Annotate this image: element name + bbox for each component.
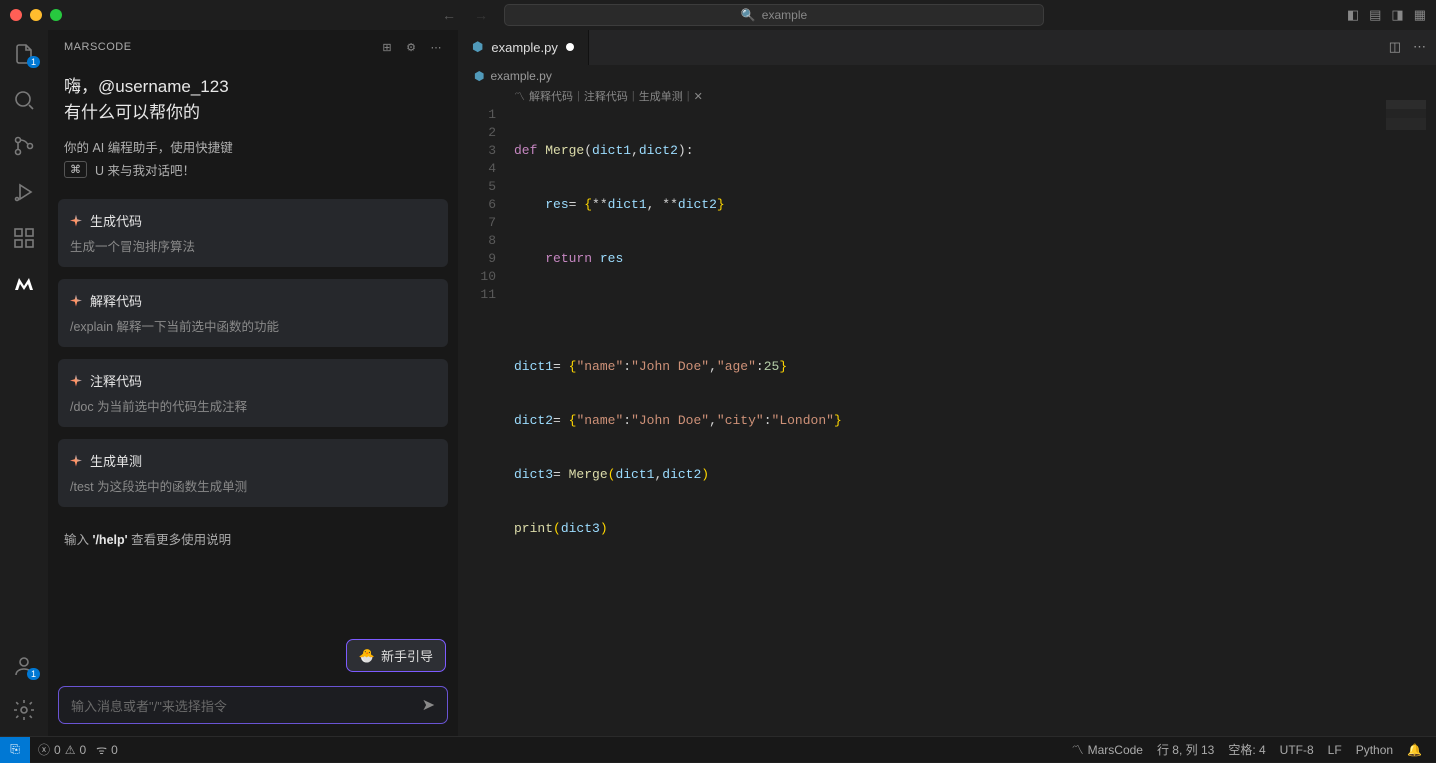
- cursor-position[interactable]: 行 8, 列 13: [1157, 741, 1214, 758]
- marscode-icon[interactable]: [12, 272, 36, 296]
- marscode-logo-icon: 〽: [1072, 741, 1084, 758]
- run-debug-icon[interactable]: [12, 180, 36, 204]
- suggestion-card-generate[interactable]: 生成代码 生成一个冒泡排序算法: [58, 199, 448, 267]
- chat-input[interactable]: 输入消息或者"/"来选择指令 ➤: [58, 686, 448, 724]
- warning-icon: ⚠: [65, 743, 76, 757]
- newbie-guide-button[interactable]: 🐣 新手引导: [346, 639, 446, 672]
- codelens: 〽 解释代码 | 注释代码 | 生成单测 | ✕: [458, 88, 1436, 104]
- toggle-panel-icon[interactable]: ▤: [1369, 7, 1381, 23]
- card-title: 生成单测: [90, 451, 142, 470]
- extensions-icon[interactable]: [12, 226, 36, 250]
- explorer-badge: 1: [27, 56, 40, 68]
- account-icon[interactable]: 1: [12, 654, 36, 678]
- nav-back-icon[interactable]: ←: [442, 7, 456, 23]
- tab-example-py[interactable]: ⬢ example.py: [458, 30, 589, 65]
- command-center[interactable]: 🔍 example: [504, 4, 1044, 26]
- guide-label: 新手引导: [381, 646, 433, 665]
- notifications-icon[interactable]: 🔔: [1407, 743, 1422, 757]
- status-bar: ⎘ ⓧ0 ⚠0 ᯤ0 〽MarsCode 行 8, 列 13 空格: 4 UTF…: [0, 736, 1436, 762]
- suggestion-card-doc[interactable]: 注释代码 /doc 为当前选中的代码生成注释: [58, 359, 448, 427]
- minimap[interactable]: [1386, 100, 1426, 130]
- error-icon: ⓧ: [38, 741, 50, 758]
- suggestion-card-explain[interactable]: 解释代码 /explain 解释一下当前选中函数的功能: [58, 279, 448, 347]
- language-mode[interactable]: Python: [1356, 743, 1393, 757]
- tab-more-icon[interactable]: ⋯: [1413, 39, 1426, 55]
- codelens-explain[interactable]: 解释代码: [529, 88, 573, 104]
- toggle-primary-sidebar-icon[interactable]: ◧: [1347, 7, 1359, 23]
- problems-status[interactable]: ⓧ0 ⚠0: [38, 741, 86, 758]
- title-bar: ← → 🔍 example ◧ ▤ ◨ ▦: [0, 0, 1436, 30]
- eol-status[interactable]: LF: [1328, 743, 1342, 757]
- new-chat-icon[interactable]: ⊞: [382, 41, 392, 54]
- codelens-doc[interactable]: 注释代码: [584, 88, 628, 104]
- code-content[interactable]: def Merge(dict1,dict2): res= {**dict1, *…: [514, 106, 1436, 736]
- close-window[interactable]: [10, 9, 22, 21]
- card-desc: 生成一个冒泡排序算法: [70, 236, 436, 255]
- card-desc: /doc 为当前选中的代码生成注释: [70, 396, 436, 415]
- activity-bar: 1 1: [0, 30, 48, 736]
- more-icon[interactable]: ⋯: [431, 41, 443, 54]
- greeting-shortcut: ⌘ U 来与我对话吧！: [48, 156, 458, 193]
- greeting: 嗨，@username_123 有什么可以帮你的: [48, 64, 458, 131]
- minimize-window[interactable]: [30, 9, 42, 21]
- layout-controls: ◧ ▤ ◨ ▦: [1347, 7, 1426, 23]
- remote-indicator[interactable]: ⎘: [0, 737, 30, 763]
- sparkle-icon: [70, 455, 82, 467]
- breadcrumb-file: example.py: [490, 69, 551, 83]
- sparkle-icon: [70, 295, 82, 307]
- sidebar-header: MARSCODE ⊞ ⚙ ⋯: [48, 30, 458, 64]
- encoding-status[interactable]: UTF-8: [1280, 743, 1314, 757]
- shortcut-key: ⌘: [64, 161, 87, 178]
- codelens-test[interactable]: 生成单测: [639, 88, 683, 104]
- editor-pane: ⬢ example.py ◫ ⋯ ⬢ example.py 〽 解释代码 | 注…: [458, 30, 1436, 736]
- line-gutter: 1234567891011: [458, 106, 514, 736]
- suggestion-card-test[interactable]: 生成单测 /test 为这段选中的函数生成单测: [58, 439, 448, 507]
- shortcut-text: U 来与我对话吧！: [95, 160, 195, 179]
- breadcrumb[interactable]: ⬢ example.py: [458, 65, 1436, 88]
- code-editor[interactable]: 1234567891011 def Merge(dict1,dict2): re…: [458, 104, 1436, 736]
- split-editor-icon[interactable]: ◫: [1389, 39, 1401, 55]
- explorer-icon[interactable]: 1: [12, 42, 36, 66]
- card-desc: /test 为这段选中的函数生成单测: [70, 476, 436, 495]
- nav-arrows: ← →: [442, 7, 488, 23]
- send-icon[interactable]: ➤: [422, 695, 435, 715]
- greeting-line-1: 嗨，@username_123: [64, 74, 442, 100]
- toggle-secondary-sidebar-icon[interactable]: ◨: [1391, 7, 1403, 23]
- python-file-icon: ⬢: [472, 39, 483, 55]
- nav-forward-icon[interactable]: →: [474, 7, 488, 23]
- editor-tabs: ⬢ example.py ◫ ⋯: [458, 30, 1436, 65]
- dirty-indicator-icon: [566, 43, 574, 51]
- sparkle-icon: [70, 215, 82, 227]
- source-control-icon[interactable]: [12, 134, 36, 158]
- help-hint: 输入 '/help' 查看更多使用说明: [48, 513, 458, 564]
- card-title: 注释代码: [90, 371, 142, 390]
- card-title: 解释代码: [90, 291, 142, 310]
- card-title: 生成代码: [90, 211, 142, 230]
- guide-emoji-icon: 🐣: [359, 648, 375, 664]
- indentation-status[interactable]: 空格: 4: [1228, 741, 1265, 758]
- codelens-close-icon[interactable]: ✕: [694, 90, 703, 103]
- greeting-line-2: 有什么可以帮你的: [64, 100, 442, 126]
- account-badge: 1: [27, 668, 40, 680]
- antenna-icon: ᯤ: [96, 741, 107, 758]
- marscode-lens-icon: 〽: [514, 88, 525, 104]
- python-file-icon: ⬢: [474, 69, 484, 83]
- chat-placeholder: 输入消息或者"/"来选择指令: [71, 696, 227, 715]
- command-center-text: example: [762, 8, 807, 22]
- greeting-subtitle: 你的 AI 编程助手，使用快捷键: [48, 131, 458, 156]
- filter-icon[interactable]: ⚙: [406, 41, 416, 54]
- marscode-sidebar: MARSCODE ⊞ ⚙ ⋯ 嗨，@username_123 有什么可以帮你的 …: [48, 30, 458, 736]
- window-controls: [10, 9, 62, 21]
- settings-icon[interactable]: [12, 698, 36, 722]
- maximize-window[interactable]: [50, 9, 62, 21]
- marscode-status[interactable]: 〽MarsCode: [1072, 741, 1143, 758]
- ports-status[interactable]: ᯤ0: [96, 741, 118, 758]
- sparkle-icon: [70, 375, 82, 387]
- customize-layout-icon[interactable]: ▦: [1414, 7, 1426, 23]
- card-desc: /explain 解释一下当前选中函数的功能: [70, 316, 436, 335]
- search-icon: 🔍: [741, 8, 756, 22]
- tab-label: example.py: [491, 40, 557, 55]
- search-icon[interactable]: [12, 88, 36, 112]
- sidebar-title: MARSCODE: [64, 41, 132, 53]
